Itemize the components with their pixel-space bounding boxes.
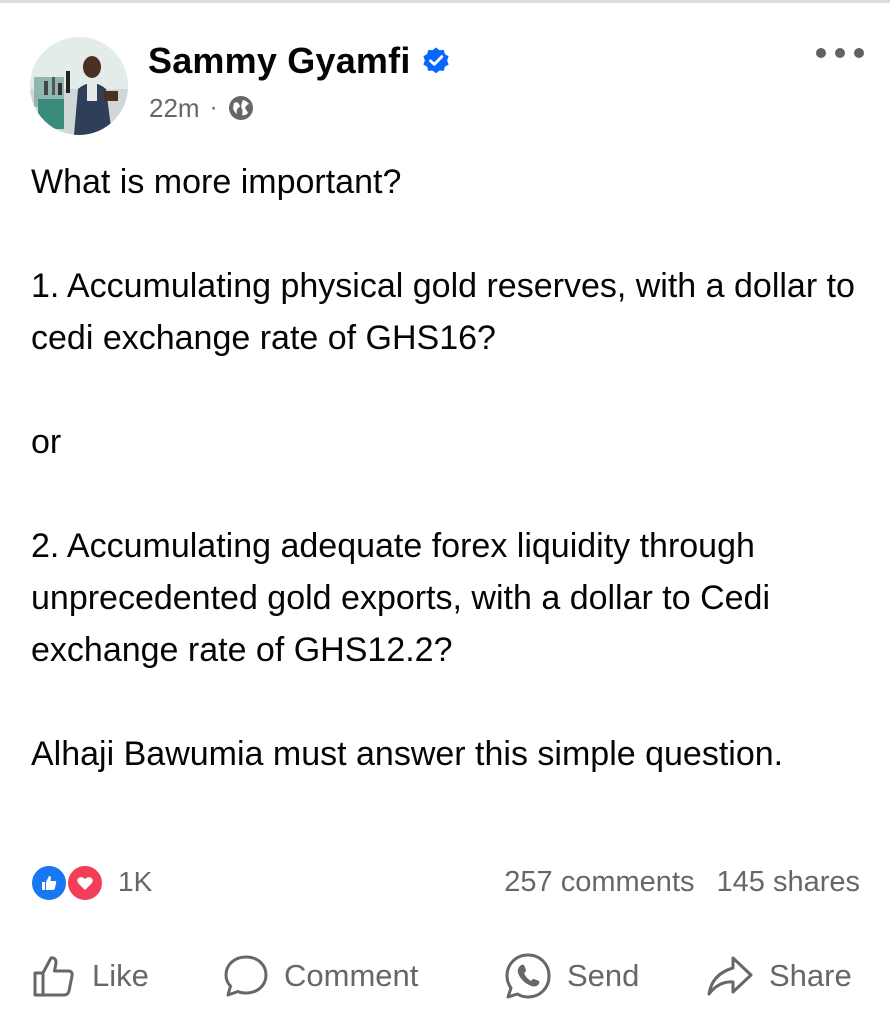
send-button[interactable]: Send — [503, 944, 639, 1008]
globe-icon[interactable] — [228, 95, 254, 121]
verified-badge-icon — [422, 47, 449, 74]
avatar-photo — [30, 37, 128, 135]
love-reaction-icon — [66, 864, 104, 902]
comment-bubble-icon — [224, 955, 268, 997]
comment-button[interactable]: Comment — [222, 944, 418, 1008]
more-dot — [854, 48, 864, 58]
like-reaction-icon — [30, 864, 68, 902]
more-options-icon[interactable] — [816, 40, 864, 66]
author-row: Sammy Gyamfi — [148, 38, 451, 84]
like-label: Like — [92, 958, 149, 993]
share-arrow-icon — [707, 956, 753, 996]
more-dot — [835, 48, 845, 58]
meta-separator: · — [209, 94, 218, 121]
post-text: What is more important? 1. Accumulating … — [31, 156, 861, 780]
thumbs-up-icon — [33, 956, 74, 997]
post-timestamp[interactable]: 22m — [149, 93, 200, 124]
whatsapp-icon — [505, 953, 551, 999]
reaction-icons — [30, 862, 108, 902]
author-name[interactable]: Sammy Gyamfi — [148, 40, 411, 82]
send-label: Send — [567, 958, 640, 993]
post-paragraph: What is more important? — [31, 163, 402, 201]
post-paragraph: 2. Accumulating adequate forex liquidity… — [31, 527, 771, 669]
post-paragraph: 1. Accumulating physical gold reserves, … — [31, 267, 855, 357]
author-avatar[interactable] — [30, 37, 128, 135]
share-label: Share — [769, 958, 852, 993]
share-button[interactable]: Share — [705, 944, 852, 1008]
post-paragraph: Alhaji Bawumia must answer this simple q… — [31, 735, 784, 773]
reactions-count: 1K — [118, 866, 153, 897]
shares-count[interactable]: 145 shares — [717, 866, 861, 899]
more-dot — [816, 48, 826, 58]
like-button[interactable]: Like — [30, 944, 149, 1008]
post-paragraph: or — [31, 423, 62, 461]
action-bar: Like Comment Send Share — [0, 944, 890, 1008]
comments-count[interactable]: 257 comments — [504, 866, 694, 899]
engagement-counts: 257 comments 145 shares — [504, 862, 860, 902]
post-meta: 22m · — [149, 90, 254, 126]
comment-label: Comment — [284, 958, 419, 993]
top-divider — [0, 0, 890, 3]
reactions-summary[interactable]: 1K — [30, 862, 152, 902]
